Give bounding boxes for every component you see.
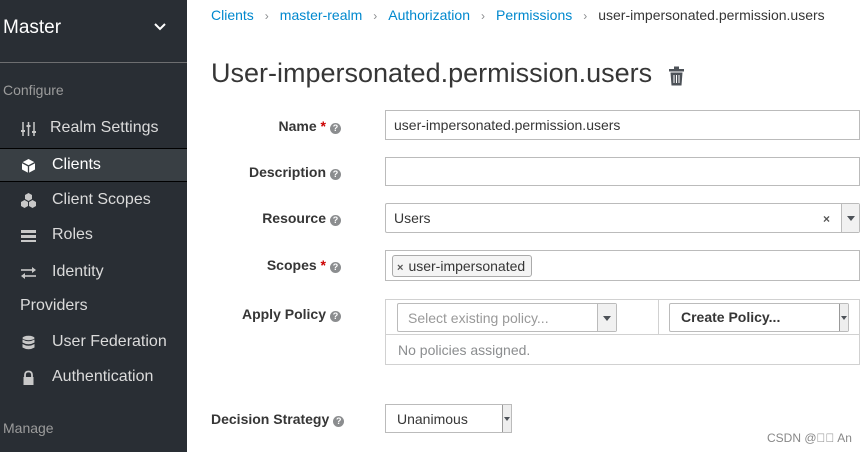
decision-strategy-value: Unanimous — [397, 411, 468, 427]
sidebar-item-label: Client Scopes — [52, 191, 151, 208]
scopes-label: Scopes *? — [221, 257, 341, 273]
sidebar-item-label: Authentication — [52, 368, 154, 385]
realm-name[interactable]: Master — [3, 17, 61, 39]
select-existing-placeholder: Select existing policy... — [408, 310, 549, 326]
sidebar-item-label: Identity — [52, 263, 104, 280]
empty-state-text: No policies assigned. — [398, 342, 531, 358]
breadcrumb-separator-icon: › — [480, 9, 485, 23]
sidebar-item-user-federation[interactable]: User Federation — [0, 326, 187, 360]
sidebar-item-label: User Federation — [52, 333, 167, 350]
breadcrumb-separator-icon: › — [264, 9, 269, 23]
sidebar-item-label-continued[interactable]: Providers — [20, 297, 88, 315]
help-icon[interactable]: ? — [330, 215, 341, 226]
description-label: Description? — [221, 164, 341, 180]
chevron-down-icon[interactable] — [502, 405, 511, 432]
cube-icon — [21, 159, 36, 173]
breadcrumb-separator-icon: › — [373, 9, 378, 23]
sidebar-item-realm-settings[interactable]: Realm Settings — [0, 112, 187, 146]
breadcrumb-permissions[interactable]: Permissions — [496, 7, 572, 23]
breadcrumb-clients[interactable]: Clients — [211, 7, 254, 23]
decision-strategy-label-text: Decision Strategy — [211, 411, 330, 427]
section-configure: Configure — [3, 82, 64, 98]
clear-icon[interactable]: × — [823, 212, 830, 226]
divider — [658, 300, 659, 335]
required-mark: * — [320, 118, 326, 134]
breadcrumb: Clients › master-realm › Authorization › Permi… — [211, 7, 825, 23]
sidebar-item-label: Clients — [52, 156, 101, 173]
help-icon[interactable]: ? — [330, 262, 341, 273]
help-icon[interactable]: ? — [330, 169, 341, 180]
watermark: CSDN @   An — [767, 431, 852, 445]
chevron-down-icon[interactable] — [839, 304, 848, 331]
name-label-text: Name — [278, 118, 317, 134]
apply-policy-label: Apply Policy? — [221, 306, 341, 322]
description-label-text: Description — [248, 164, 326, 180]
policy-table: Select existing policy... Create Policy.… — [385, 299, 860, 365]
name-field-value: user-impersonated.permission.users — [394, 117, 621, 133]
sidebar-item-identity-providers[interactable]: Identity — [0, 256, 187, 290]
required-mark: * — [320, 257, 326, 273]
scopes-multiselect[interactable]: × user-impersonated — [385, 250, 860, 281]
remove-chip-icon[interactable]: × — [397, 262, 403, 274]
name-label: Name *? — [221, 118, 341, 134]
page-title: User-impersonated.permission.users — [211, 58, 653, 88]
sliders-icon — [21, 122, 36, 136]
breadcrumb-separator-icon: › — [583, 9, 588, 23]
exchange-icon — [21, 267, 36, 279]
resource-select-value: Users — [394, 210, 431, 226]
scope-chip: × user-impersonated — [392, 255, 533, 277]
sidebar-item-label: Realm Settings — [50, 119, 159, 136]
description-field[interactable] — [385, 157, 860, 186]
resource-label: Resource? — [221, 210, 341, 226]
chevron-down-icon[interactable] — [153, 20, 167, 34]
section-manage: Manage — [3, 420, 54, 436]
chevron-down-icon[interactable] — [597, 304, 616, 331]
create-policy-label: Create Policy... — [681, 309, 781, 325]
breadcrumb-current: user-impersonated.permission.users — [598, 7, 825, 23]
sidebar-item-clients[interactable]: Clients — [0, 148, 187, 182]
name-field[interactable]: user-impersonated.permission.users — [385, 110, 860, 140]
list-icon — [21, 230, 36, 242]
scope-chip-label: user-impersonated — [408, 258, 526, 274]
sidebar-item-authentication[interactable]: Authentication — [0, 361, 187, 395]
resource-label-text: Resource — [262, 210, 326, 226]
select-existing-policy[interactable]: Select existing policy... — [397, 303, 617, 332]
help-icon[interactable]: ? — [330, 311, 341, 322]
help-icon[interactable]: ? — [330, 123, 341, 134]
policy-controls-row: Select existing policy... Create Policy.… — [386, 300, 859, 335]
decision-strategy-select[interactable]: Unanimous — [385, 404, 512, 433]
resource-select[interactable]: Users × — [385, 203, 860, 233]
realm-selector[interactable]: Master — [0, 0, 187, 63]
chevron-down-icon[interactable] — [841, 204, 859, 232]
sidebar-item-label: Roles — [52, 226, 93, 243]
apply-policy-label-text: Apply Policy — [241, 306, 326, 322]
scopes-label-text: Scopes — [266, 257, 317, 273]
create-policy-select[interactable]: Create Policy... — [669, 303, 849, 332]
breadcrumb-master-realm[interactable]: master-realm — [280, 7, 362, 23]
lock-icon — [23, 370, 34, 385]
database-icon — [22, 335, 35, 350]
trash-icon[interactable] — [668, 66, 685, 86]
cubes-icon — [21, 193, 36, 208]
sidebar-item-roles[interactable]: Roles — [0, 219, 187, 253]
sidebar-item-client-scopes[interactable]: Client Scopes — [0, 184, 187, 218]
help-icon[interactable]: ? — [333, 416, 345, 427]
sidebar: Master Configure Realm Settings Clients — [0, 0, 187, 452]
decision-strategy-label: Decision Strategy? — [211, 411, 345, 427]
breadcrumb-authorization[interactable]: Authorization — [388, 7, 470, 23]
